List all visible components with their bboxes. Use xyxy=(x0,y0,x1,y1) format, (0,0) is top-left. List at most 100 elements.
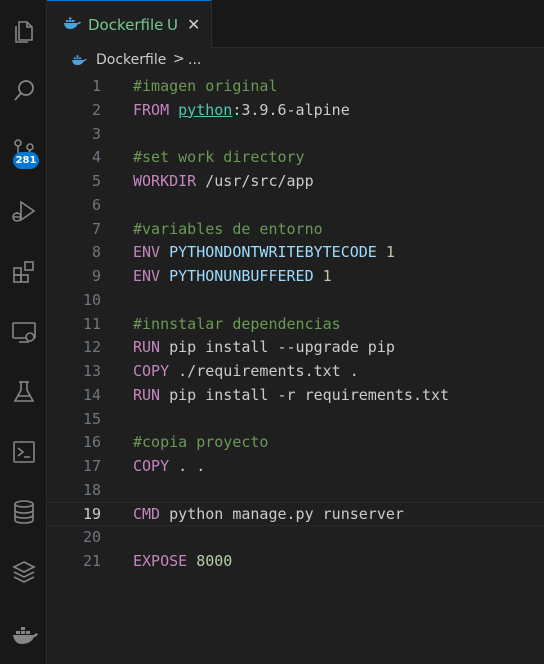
code-line[interactable]: 4 #set work directory xyxy=(47,145,544,169)
code-line[interactable]: 17 COPY . . xyxy=(47,454,544,478)
tab-dockerfile[interactable]: Dockerfile U ✕ xyxy=(47,0,212,48)
run-debug-icon[interactable] xyxy=(0,191,47,231)
code-token: #copia proyecto xyxy=(133,433,269,452)
code-token: FROM xyxy=(133,100,170,119)
code-token: RUN xyxy=(133,385,161,404)
code-line[interactable]: 7 #variables de entorno xyxy=(47,217,544,241)
line-number: 17 xyxy=(82,457,101,475)
close-icon[interactable]: ✕ xyxy=(187,15,200,34)
tab-strip: Dockerfile U ✕ xyxy=(47,0,544,48)
source-control-badge: 281 xyxy=(13,152,39,169)
line-code: #innstalar dependencias xyxy=(133,312,341,336)
line-number: 20 xyxy=(82,528,101,547)
line-number: 18 xyxy=(82,480,101,499)
testing-icon[interactable] xyxy=(0,372,47,412)
docker-icon xyxy=(64,17,81,29)
code-token: #innstalar dependencias xyxy=(133,314,341,333)
code-line[interactable]: 20 xyxy=(47,525,544,549)
line-code: #variables de entorno xyxy=(133,217,323,241)
line-number: 7 xyxy=(91,219,101,238)
terminal-icon[interactable] xyxy=(0,432,47,472)
docker-icon[interactable] xyxy=(0,614,47,654)
line-number: 13 xyxy=(82,362,101,380)
line-number: 8 xyxy=(91,243,101,262)
code-line[interactable]: 15 xyxy=(47,407,544,431)
code-token: EXPOSE xyxy=(133,552,188,570)
code-token: PYTHONUNBUFFERED xyxy=(169,267,314,285)
line-code: EXPOSE 8000 xyxy=(133,549,232,573)
breadcrumb-file[interactable]: Dockerfile xyxy=(96,52,166,68)
code-token: python xyxy=(178,100,233,119)
line-code: CMD python manage.py runserver xyxy=(133,503,404,525)
code-line[interactable]: 6 xyxy=(47,193,544,217)
code-line[interactable]: 16 #copia proyecto xyxy=(47,430,544,454)
line-number: 21 xyxy=(82,552,101,570)
code-token: 1 xyxy=(385,243,395,262)
line-code: #copia proyecto xyxy=(133,430,268,454)
line-number: 11 xyxy=(82,314,101,333)
code-token: CMD xyxy=(133,504,161,523)
code-token: pip install -r requirements.txt xyxy=(160,385,450,404)
extensions-icon[interactable] xyxy=(0,252,47,292)
code-token: 1 xyxy=(322,267,332,285)
code-token: pip install --upgrade pip xyxy=(160,338,395,357)
line-code: ENV PYTHONDONTWRITEBYTECODE 1 xyxy=(133,240,395,264)
layers-icon[interactable] xyxy=(0,552,47,592)
line-number: 10 xyxy=(82,290,101,309)
code-editor[interactable]: 1 #imagen original 2 FROM python:3.9.6-alpi… xyxy=(47,74,544,664)
line-code: COPY ./requirements.txt . xyxy=(133,359,359,383)
activity-bar: 281 xyxy=(0,0,47,664)
code-token: PYTHONDONTWRITEBYTECODE xyxy=(169,243,377,262)
code-line[interactable]: 9 ENV PYTHONUNBUFFERED 1 xyxy=(47,264,544,288)
breadcrumb: Dockerfile > ... xyxy=(47,48,544,74)
code-line[interactable]: 21 EXPOSE 8000 xyxy=(47,549,544,573)
line-number: 15 xyxy=(82,409,101,428)
tab-label: Dockerfile xyxy=(88,16,164,34)
code-line[interactable]: 11 #innstalar dependencias xyxy=(47,312,544,336)
code-line[interactable]: 19 CMD python manage.py runserver xyxy=(47,501,544,526)
database-icon[interactable] xyxy=(0,492,47,532)
line-number: 1 xyxy=(91,77,101,95)
code-token: /usr/src/app xyxy=(196,172,314,190)
line-number: 9 xyxy=(91,267,101,285)
remote-explorer-icon[interactable] xyxy=(0,312,47,352)
line-code: RUN pip install -r requirements.txt xyxy=(133,383,449,407)
line-code: #set work directory xyxy=(133,145,305,169)
breadcrumb-more[interactable]: ... xyxy=(188,52,201,68)
code-token: #imagen original xyxy=(133,77,278,95)
explorer-icon[interactable] xyxy=(0,12,47,52)
code-line[interactable]: 3 xyxy=(47,122,544,146)
code-token: COPY xyxy=(133,457,170,475)
code-line[interactable]: 1 #imagen original xyxy=(47,74,544,98)
line-number: 6 xyxy=(91,195,101,214)
code-token: #set work directory xyxy=(133,148,305,167)
code-line[interactable]: 5 WORKDIR /usr/src/app xyxy=(47,169,544,193)
code-token: 8000 xyxy=(196,552,233,570)
code-line[interactable]: 13 COPY ./requirements.txt . xyxy=(47,359,544,383)
code-line[interactable]: 14 RUN pip install -r requirements.txt xyxy=(47,383,544,407)
line-code: WORKDIR /usr/src/app xyxy=(133,169,314,193)
line-number: 12 xyxy=(82,338,101,357)
code-line[interactable]: 2 FROM python:3.9.6-alpine xyxy=(47,98,544,122)
code-line[interactable]: 18 xyxy=(47,478,544,502)
code-token: WORKDIR xyxy=(133,172,197,190)
code-token: . . xyxy=(169,457,206,475)
code-token: RUN xyxy=(133,338,161,357)
code-line[interactable]: 10 xyxy=(47,288,544,312)
code-line[interactable]: 8 ENV PYTHONDONTWRITEBYTECODE 1 xyxy=(47,240,544,264)
search-icon[interactable] xyxy=(0,71,47,111)
code-token: ./requirements.txt . xyxy=(169,362,359,380)
code-token: #variables de entorno xyxy=(133,219,323,238)
code-line[interactable]: 12 RUN pip install --upgrade pip xyxy=(47,335,544,359)
code-token: COPY xyxy=(133,362,170,380)
line-code: #imagen original xyxy=(133,74,278,98)
code-token: :3.9.6-alpine xyxy=(232,100,350,119)
chevron-right-icon: > xyxy=(173,51,185,67)
line-code: ENV PYTHONUNBUFFERED 1 xyxy=(133,264,332,288)
